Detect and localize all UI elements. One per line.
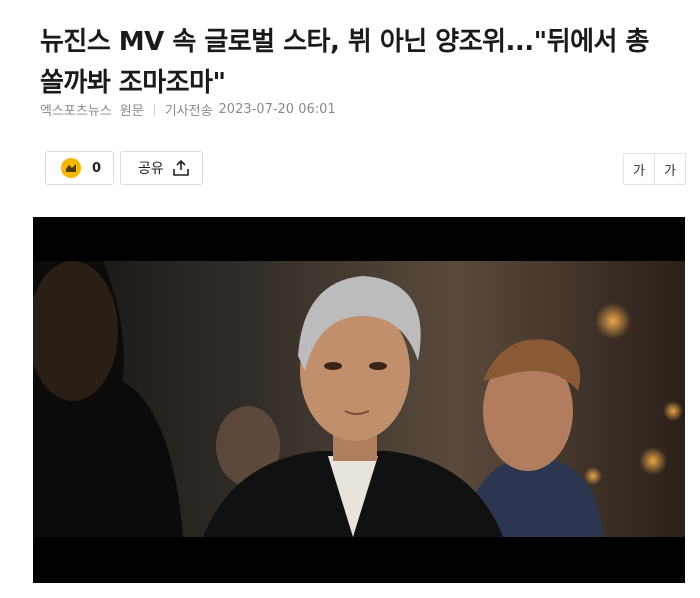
meta-divider: [153, 103, 155, 116]
article-meta: 엑스포츠뉴스 원문 기사전송 2023-07-20 06:01: [40, 100, 336, 119]
like-count: 0: [92, 160, 102, 176]
font-increase-button[interactable]: 가: [654, 154, 685, 184]
like-button[interactable]: 0: [45, 151, 114, 185]
video-still-image: [33, 261, 685, 537]
font-size-controls: 가 가: [623, 153, 686, 185]
font-decrease-button[interactable]: 가: [624, 154, 654, 184]
share-label: 공유: [138, 161, 164, 177]
video-player[interactable]: [33, 217, 685, 583]
article-title: 뉴진스 MV 속 글로벌 스타, 뷔 아닌 양조위..."뒤에서 총 쏠까봐 조…: [40, 27, 649, 98]
share-icon: [172, 159, 189, 176]
news-source[interactable]: 엑스포츠뉴스: [40, 100, 112, 119]
sent-label: 기사전송: [164, 104, 213, 119]
video-frame: [33, 261, 685, 537]
article-datetime: 2023-07-20 06:01: [218, 102, 336, 117]
origin-link[interactable]: 원문: [120, 100, 144, 119]
reaction-icon: [61, 158, 81, 178]
share-button[interactable]: 공유: [120, 151, 203, 185]
